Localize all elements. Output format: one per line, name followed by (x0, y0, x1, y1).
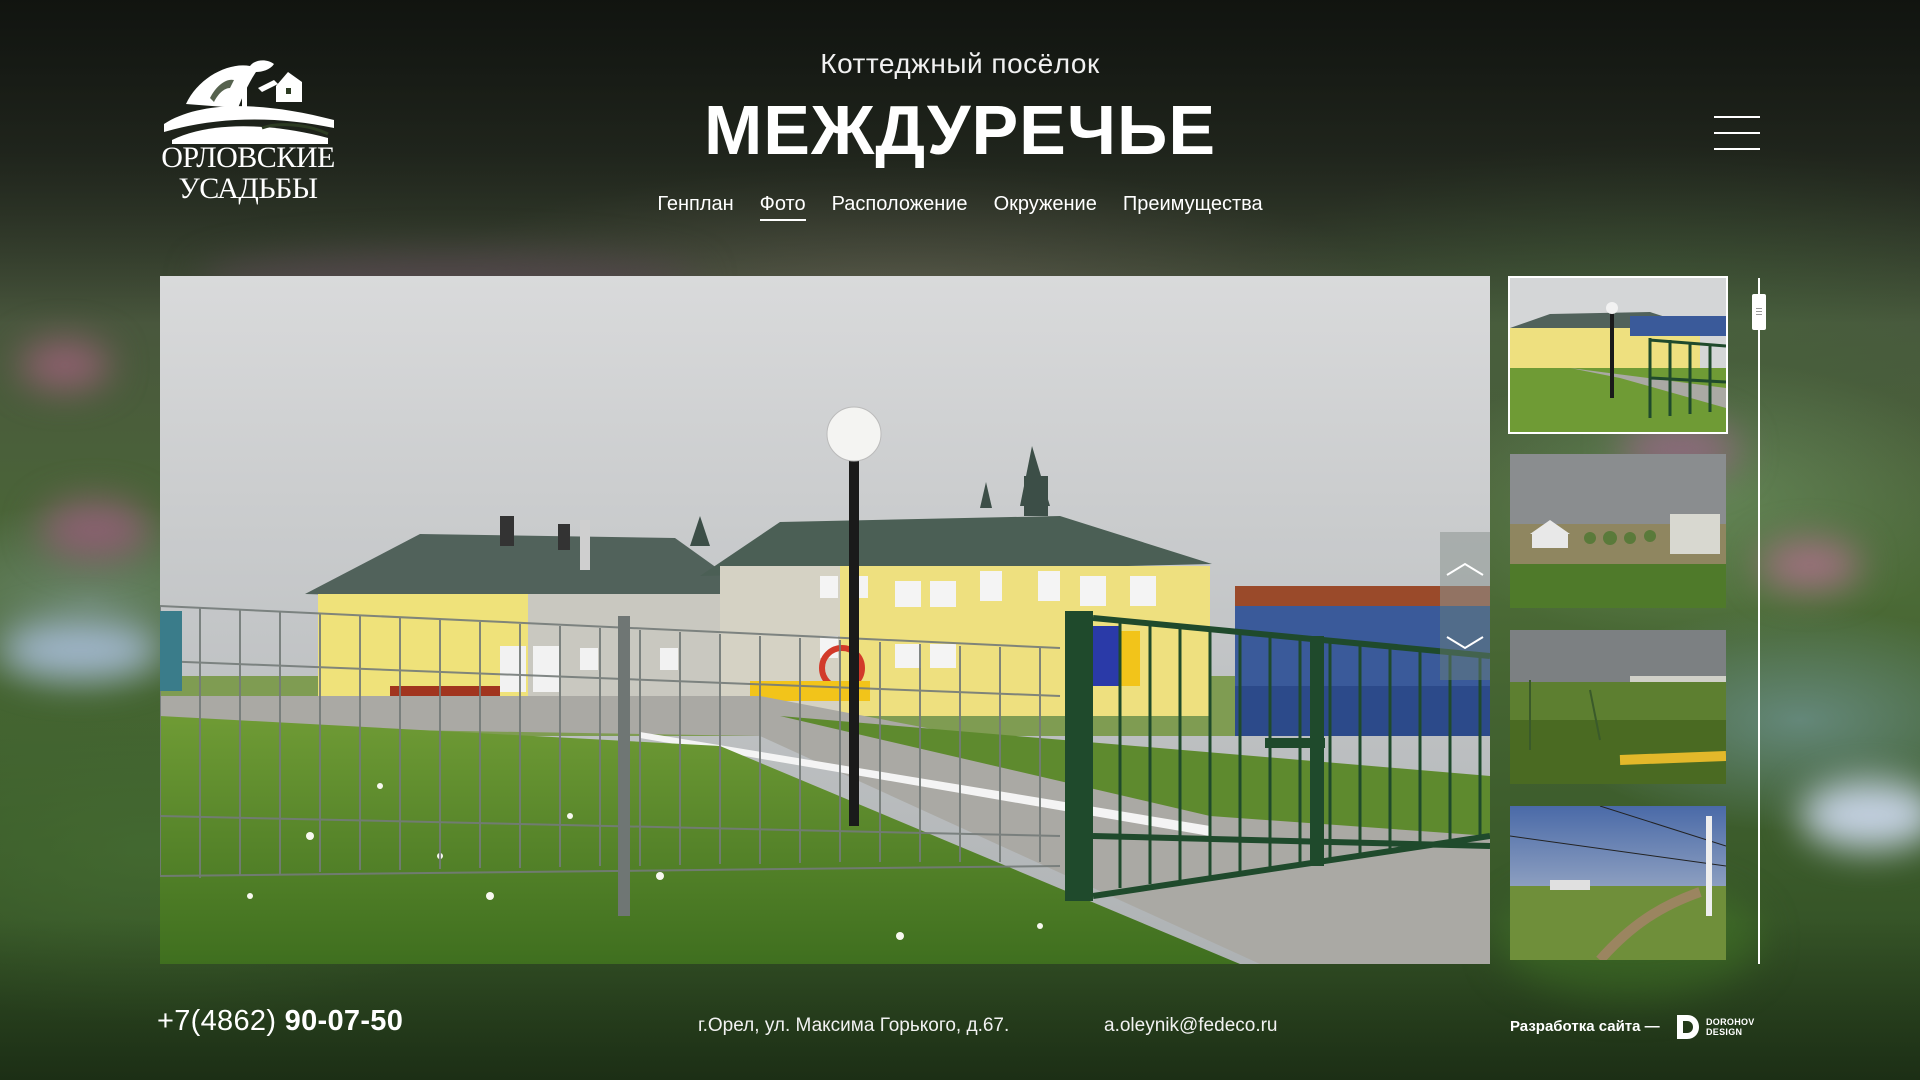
phone-main: 90-07-50 (284, 1005, 404, 1037)
nav-item-location[interactable]: Расположение (832, 193, 968, 221)
thumbnail-scrollbar[interactable] (1758, 278, 1760, 964)
phone-number[interactable]: +7(4862) 90-07-50 (157, 1005, 403, 1038)
scrollbar-handle[interactable] (1752, 294, 1766, 330)
thumbnail-2[interactable] (1510, 454, 1726, 608)
nav-item-genplan[interactable]: Генплан (657, 193, 733, 221)
main-photo-image (160, 276, 1490, 964)
developer-label: Разработка сайта — (1510, 1018, 1660, 1035)
phone-prefix: +7(4862) (157, 1005, 285, 1037)
chevron-down-icon (1446, 636, 1484, 650)
prev-photo-button[interactable] (1440, 532, 1490, 606)
email-link[interactable]: a.oleynik@fedeco.ru (1104, 1015, 1278, 1037)
chevron-up-icon (1446, 562, 1484, 576)
thumbnail-4[interactable] (1510, 806, 1726, 960)
developer-name-line-2: DESIGN (1706, 1027, 1743, 1037)
thumbnail-1[interactable] (1508, 276, 1728, 434)
next-photo-button[interactable] (1440, 606, 1490, 680)
page-subtitle: Коттеджный посёлок (820, 48, 1100, 79)
developer-name-line-1: DOROHOV (1706, 1017, 1755, 1027)
main-photo (160, 276, 1490, 964)
nav-item-surroundings[interactable]: Окружение (994, 193, 1097, 221)
dorohov-logo-icon (1677, 1015, 1699, 1039)
nav-item-advantages[interactable]: Преимущества (1123, 193, 1263, 221)
address: г.Орел, ул. Максима Горького, д.67. (698, 1015, 1010, 1036)
thumbnail-3[interactable] (1510, 630, 1726, 784)
main-nav: Генплан Фото Расположение Окружение Преи… (0, 193, 1920, 221)
nav-item-photo[interactable]: Фото (759, 193, 806, 221)
hamburger-icon[interactable] (1714, 116, 1760, 150)
developer-logo[interactable]: DOROHOV DESIGN (1675, 1013, 1759, 1043)
page-title: МЕЖДУРЕЧЬЕ (703, 91, 1217, 169)
